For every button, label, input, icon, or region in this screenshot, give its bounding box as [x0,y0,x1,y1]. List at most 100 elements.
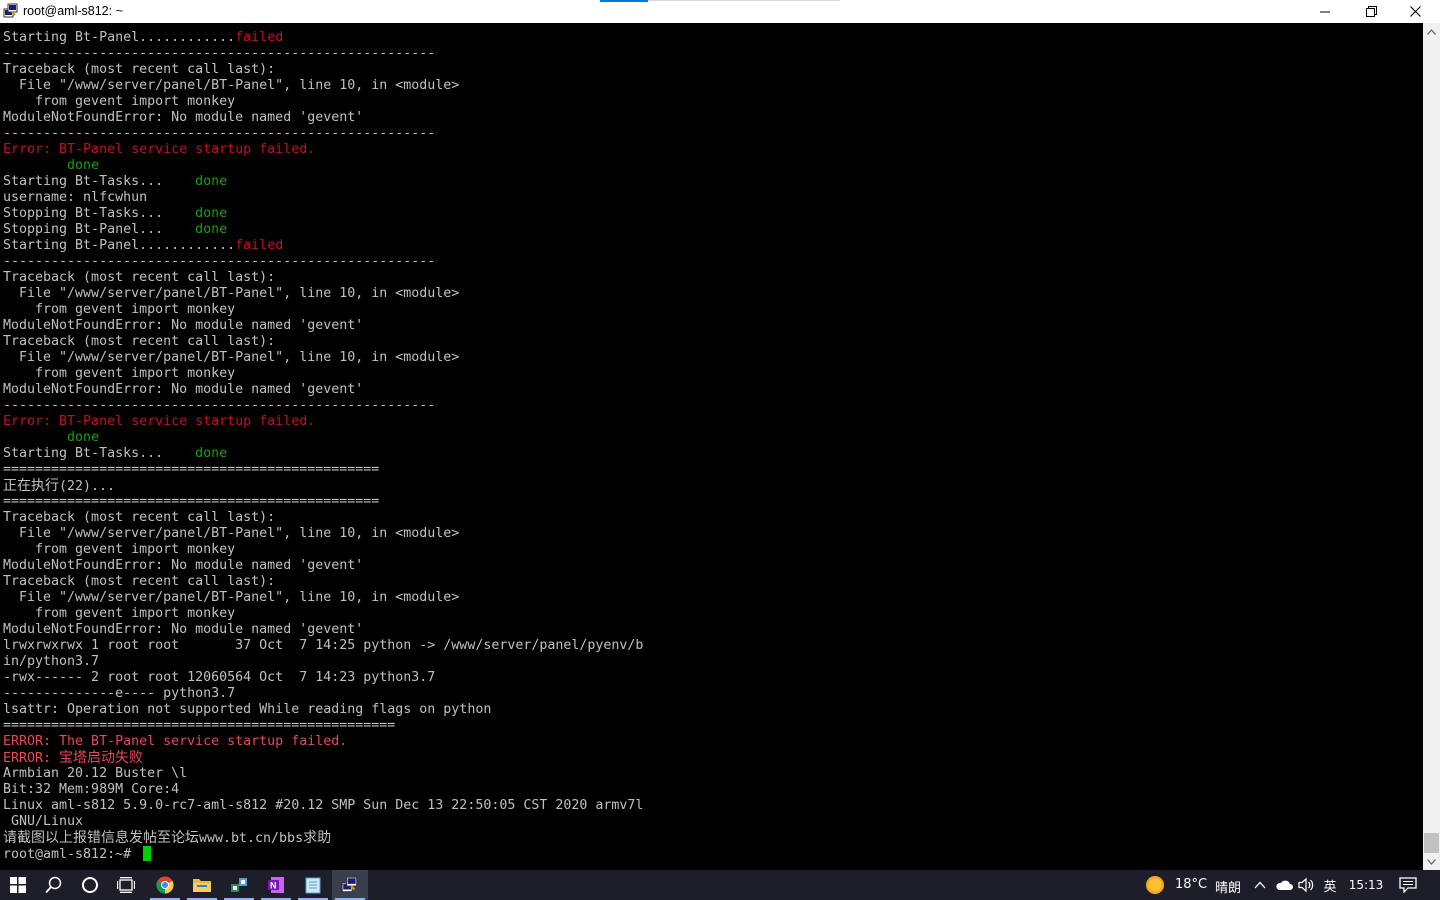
terminal-text: --------------e---- python3.7 [3,686,236,701]
terminal-line: Traceback (most recent call last): [3,62,643,78]
window-title: root@aml-s812: ~ [23,4,123,18]
terminal-line: lsattr: Operation not supported While re… [3,702,643,718]
terminal-line: Starting Bt-Panel............failed [3,30,643,46]
terminal-text: from gevent import monkey [3,302,236,317]
chrome-icon [156,876,174,894]
terminal-text: Stopping Bt-Panel... [3,222,196,237]
volume-button[interactable] [1296,870,1318,900]
terminal-line: File "/www/server/panel/BT-Panel", line … [3,78,643,94]
terminal-line: Armbian 20.12 Buster \l [3,766,643,782]
terminal-text: Starting Bt-Tasks... [3,446,196,461]
terminal-line: File "/www/server/panel/BT-Panel", line … [3,526,643,542]
terminal-output[interactable]: Starting Bt-Panel............failed -----… [0,23,1423,870]
terminal-text: done [195,174,228,189]
close-button[interactable] [1392,0,1438,23]
terminal-line: -rwx------ 2 root root 12060564 Oct 7 14… [3,670,643,686]
terminal-text: ========================================… [3,494,380,509]
ime-indicator[interactable]: 英 [1318,870,1342,900]
terminal-text: done [195,446,228,461]
terminal-text: 求助 [303,830,332,846]
terminal-text: ----------------------------------------… [3,126,436,141]
terminal-line: Starting Bt-Tasks... done [3,174,643,190]
action-center-button[interactable] [1392,870,1424,900]
terminal-line: Traceback (most recent call last): [3,510,643,526]
terminal-text: 正在执行 [3,478,59,494]
terminal-line: ERROR: 宝塔启动失败 [3,750,643,766]
terminal-line: Traceback (most recent call last): [3,270,643,286]
minimize-icon [1320,11,1330,12]
terminal-text: Traceback (most recent call last): [3,334,276,349]
restore-button[interactable] [1348,0,1394,23]
terminal-text: Error: BT-Panel service startup failed. [3,142,316,157]
scroll-down-arrow[interactable] [1423,853,1440,870]
terminal-line: from gevent import monkey [3,366,643,382]
terminal-line: from gevent import monkey [3,94,643,110]
task-view-button[interactable] [108,870,144,900]
terminal-text: from gevent import monkey [3,606,236,621]
terminal-text: Traceback (most recent call last): [3,510,276,525]
title-accent [600,0,648,2]
clock[interactable]: 15:13 [1342,870,1390,900]
terminal-text: from gevent import monkey [3,542,236,557]
terminal-text: done [195,222,228,237]
scroll-thumb[interactable] [1424,833,1439,853]
terminal-text: lrwxrwxrwx 1 root root 37 Oct 7 14:25 py… [3,638,644,653]
start-button[interactable] [0,870,36,900]
terminal-line: Bit:32 Mem:989M Core:4 [3,782,643,798]
notepad-app[interactable] [295,870,331,900]
terminal-line: from gevent import monkey [3,606,643,622]
search-button[interactable] [36,870,72,900]
terminal-line: Starting Bt-Panel............failed [3,238,643,254]
title-divider [648,0,840,1]
chrome-app[interactable] [147,870,183,900]
scroll-up-arrow[interactable] [1423,23,1440,40]
chevron-down-icon [1427,858,1436,865]
onedrive-button[interactable] [1272,870,1296,900]
terminal-text: Error: BT-Panel service startup failed. [3,414,316,429]
close-icon [1409,6,1421,17]
putty-icon [3,3,19,19]
terminal-line: ModuleNotFoundError: No module named 'ge… [3,558,643,574]
terminal-text: failed [235,238,284,253]
terminal-text: ModuleNotFoundError: No module named 'ge… [3,110,364,125]
terminal-text: ModuleNotFoundError: No module named 'ge… [3,622,364,637]
terminal-text: GNU/Linux [3,814,84,829]
title-bar[interactable]: root@aml-s812: ~ [0,0,1440,23]
terminal-text: Starting Bt-Panel............ [3,30,236,45]
terminal-line: GNU/Linux [3,814,643,830]
terminal-text: Bit:32 Mem:989M Core:4 [3,782,180,797]
vertical-scrollbar[interactable] [1423,23,1440,870]
terminal-line: ----------------------------------------… [3,254,643,270]
onenote-icon: N [268,877,284,893]
cortana-button[interactable] [72,870,108,900]
terminal-text: ========================================… [3,462,380,477]
terminal-line: ModuleNotFoundError: No module named 'ge… [3,318,643,334]
onenote-app[interactable]: N [258,870,294,900]
chevron-up-icon [1427,28,1436,35]
putty-icon [341,876,358,893]
terminal-line: ----------------------------------------… [3,398,643,414]
taskbar: N 18°C 晴朗 英 15:13 [0,870,1440,900]
terminal-line: done [3,430,643,446]
terminal-text: -rwx------ 2 root root 12060564 Oct 7 14… [3,670,436,685]
minimize-button[interactable] [1302,0,1348,23]
network-icon [231,878,247,892]
terminal-line: ERROR: The BT-Panel service startup fail… [3,734,643,750]
terminal-text: Traceback (most recent call last): [3,574,276,589]
network-tool-app[interactable] [221,870,257,900]
terminal-line: Stopping Bt-Panel... done [3,222,643,238]
terminal-text: File "/www/server/panel/BT-Panel", line … [3,78,460,93]
file-explorer-app[interactable] [184,870,220,900]
terminal-text: Stopping Bt-Tasks... [3,206,196,221]
terminal-line: ModuleNotFoundError: No module named 'ge… [3,382,643,398]
terminal-line: ========================================… [3,718,643,734]
terminal-line: in/python3.7 [3,654,643,670]
speaker-icon [1298,877,1314,893]
terminal-text: www.bt.cn/bbs [199,831,304,846]
putty-app[interactable] [332,870,368,900]
terminal-text: done [67,430,100,445]
show-hidden-icons-button[interactable] [1250,870,1270,900]
terminal-text: done [67,158,100,173]
